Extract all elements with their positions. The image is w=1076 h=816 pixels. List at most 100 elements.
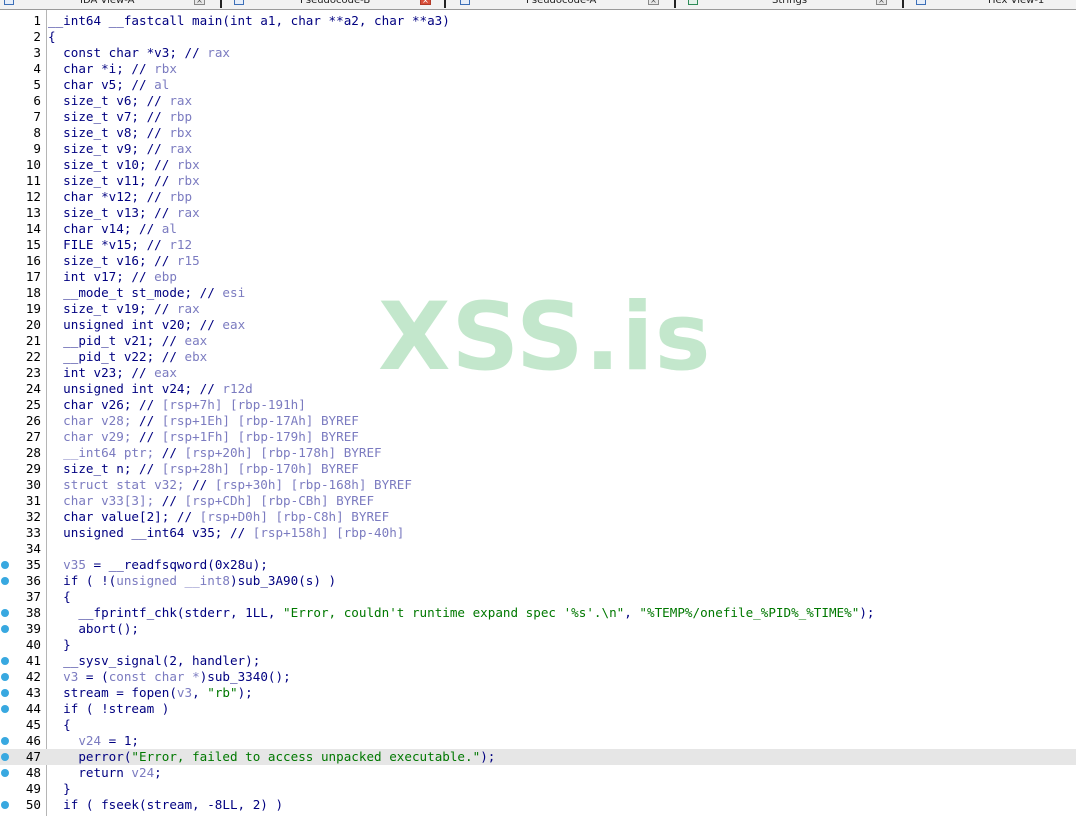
tab-pseudocode-a[interactable]: Pseudocode-A × xyxy=(446,0,676,8)
pseudocode-listing[interactable]: 1 __int64 __fastcall main(int a1, char **… xyxy=(0,13,1076,813)
code-token: unsigned int v20; xyxy=(48,317,200,332)
code-line[interactable]: 12 char *v12; // rbp xyxy=(0,189,1076,205)
code-line[interactable]: 49 } xyxy=(0,781,1076,797)
tab-hex-view-1[interactable]: Hex View-1 xyxy=(904,0,1076,8)
code-line[interactable]: 7 size_t v7; // rbp xyxy=(0,109,1076,125)
code-line[interactable]: 37 { xyxy=(0,589,1076,605)
line-number: 45 xyxy=(25,717,41,732)
code-comment: al xyxy=(161,221,177,236)
code-text: __int64 __fastcall main(int a1, char **a… xyxy=(48,13,450,29)
code-line[interactable]: 13 size_t v13; // rax xyxy=(0,205,1076,221)
code-token: = __readfsqword(0x28u); xyxy=(85,557,268,572)
code-line[interactable]: 20 unsigned int v20; // eax xyxy=(0,317,1076,333)
code-line[interactable]: 29 size_t n; // [rsp+28h] [rbp-170h] BYR… xyxy=(0,461,1076,477)
code-line[interactable]: 21 __pid_t v21; // eax xyxy=(0,333,1076,349)
close-icon[interactable]: × xyxy=(876,0,887,5)
code-token: const char * xyxy=(108,669,200,684)
code-line[interactable]: 40 } xyxy=(0,637,1076,653)
code-comment: rbx xyxy=(176,157,200,172)
code-line[interactable]: 36 if ( !(unsigned __int8)sub_3A90(s) ) xyxy=(0,573,1076,589)
code-line[interactable]: 30 struct stat v32; // [rsp+30h] [rbp-16… xyxy=(0,477,1076,493)
line-number: 1 xyxy=(33,13,41,28)
close-icon[interactable]: × xyxy=(194,0,205,5)
code-line[interactable]: 14 char v14; // al xyxy=(0,221,1076,237)
code-token: unsigned int v24; xyxy=(48,381,200,396)
code-line[interactable]: 26 char v28; // [rsp+1Eh] [rbp-17Ah] BYR… xyxy=(0,413,1076,429)
code-token: // xyxy=(154,157,177,172)
line-number: 44 xyxy=(25,701,41,716)
code-token: )sub_3A90(s) ) xyxy=(229,573,337,588)
code-comment: rax xyxy=(169,141,193,156)
code-line[interactable]: 50 if ( fseek(stream, -8LL, 2) ) xyxy=(0,797,1076,813)
code-line[interactable]: 35 v35 = __readfsqword(0x28u); xyxy=(0,557,1076,573)
code-line[interactable]: 25 char v26; // [rsp+7h] [rbp-191h] xyxy=(0,397,1076,413)
code-line[interactable]: 23 int v23; // eax xyxy=(0,365,1076,381)
code-text: size_t v19; // rax xyxy=(48,301,200,317)
code-line[interactable]: 3 const char *v3; // rax xyxy=(0,45,1076,61)
code-line[interactable]: 47 perror("Error, failed to access unpac… xyxy=(0,749,1076,765)
code-line[interactable]: 32 char value[2]; // [rsp+D0h] [rbp-C8h]… xyxy=(0,509,1076,525)
code-line[interactable]: 38 __fprintf_chk(stderr, 1LL, "Error, co… xyxy=(0,605,1076,621)
code-text: size_t v16; // r15 xyxy=(48,253,200,269)
code-line[interactable]: 42 v3 = (const char *)sub_3340(); xyxy=(0,669,1076,685)
code-line[interactable]: 11 size_t v11; // rbx xyxy=(0,173,1076,189)
code-line[interactable]: 31 char v33[3]; // [rsp+CDh] [rbp-CBh] B… xyxy=(0,493,1076,509)
code-line[interactable]: 44 if ( !stream ) xyxy=(0,701,1076,717)
code-line[interactable]: 48 return v24; xyxy=(0,765,1076,781)
close-icon[interactable]: × xyxy=(648,0,659,5)
code-line[interactable]: 46 v24 = 1; xyxy=(0,733,1076,749)
code-line[interactable]: 27 char v29; // [rsp+1Fh] [rbp-179h] BYR… xyxy=(0,429,1076,445)
code-token: // xyxy=(154,301,177,316)
code-text: { xyxy=(48,717,71,733)
code-token: __int64 __fastcall main(int a1, char **a… xyxy=(48,13,450,28)
code-line[interactable]: 4 char *i; // rbx xyxy=(0,61,1076,77)
code-line[interactable]: 33 unsigned __int64 v35; // [rsp+158h] [… xyxy=(0,525,1076,541)
code-comment: ebp xyxy=(154,269,177,284)
code-line[interactable]: 17 int v17; // ebp xyxy=(0,269,1076,285)
code-line[interactable]: 15 FILE *v15; // r12 xyxy=(0,237,1076,253)
code-token: char *i; xyxy=(48,61,132,76)
code-text: char v33[3]; // [rsp+CDh] [rbp-CBh] BYRE… xyxy=(48,493,374,509)
code-text: return v24; xyxy=(48,765,161,781)
tab-pseudocode-b[interactable]: Pseudocode-B × xyxy=(222,0,446,8)
code-line[interactable]: 10 size_t v10; // rbx xyxy=(0,157,1076,173)
code-line[interactable]: 1 __int64 __fastcall main(int a1, char **… xyxy=(0,13,1076,29)
code-text: } xyxy=(48,781,71,797)
code-text: FILE *v15; // r12 xyxy=(48,237,192,253)
code-line[interactable]: 2{ xyxy=(0,29,1076,45)
line-number: 19 xyxy=(25,301,41,316)
code-text: char v26; // [rsp+7h] [rbp-191h] xyxy=(48,397,306,413)
code-token: )sub_3340(); xyxy=(199,669,291,684)
close-icon[interactable]: × xyxy=(420,0,431,5)
code-token: char v14; xyxy=(48,221,139,236)
code-token: ); xyxy=(480,749,496,764)
code-line[interactable]: 34 xyxy=(0,541,1076,557)
code-line[interactable]: 5 char v5; // al xyxy=(0,77,1076,93)
code-line[interactable]: 45 { xyxy=(0,717,1076,733)
code-comment: rax xyxy=(169,93,193,108)
code-line[interactable]: 43 stream = fopen(v3, "rb"); xyxy=(0,685,1076,701)
code-line[interactable]: 9 size_t v9; // rax xyxy=(0,141,1076,157)
code-line[interactable]: 6 size_t v6; // rax xyxy=(0,93,1076,109)
code-line[interactable]: 19 size_t v19; // rax xyxy=(0,301,1076,317)
line-number: 3 xyxy=(33,45,41,60)
tab-ida-view-a[interactable]: IDA View-A × xyxy=(0,0,222,8)
code-line[interactable]: 39 abort(); xyxy=(0,621,1076,637)
tab-strings[interactable]: Strings × xyxy=(676,0,904,8)
code-line[interactable]: 24 unsigned int v24; // r12d xyxy=(0,381,1076,397)
code-token: ); xyxy=(237,685,253,700)
code-comment: rax xyxy=(176,205,200,220)
code-line[interactable]: 41 __sysv_signal(2, handler); xyxy=(0,653,1076,669)
code-text: char value[2]; // [rsp+D0h] [rbp-C8h] BY… xyxy=(48,509,389,525)
line-number: 41 xyxy=(25,653,41,668)
code-line[interactable]: 16 size_t v16; // r15 xyxy=(0,253,1076,269)
code-text: char v29; // [rsp+1Fh] [rbp-179h] BYREF xyxy=(48,429,359,445)
code-line[interactable]: 18 __mode_t st_mode; // esi xyxy=(0,285,1076,301)
hex-view-icon xyxy=(916,0,926,5)
code-line[interactable]: 28 __int64 ptr; // [rsp+20h] [rbp-178h] … xyxy=(0,445,1076,461)
code-line[interactable]: 22 __pid_t v22; // ebx xyxy=(0,349,1076,365)
code-text: char v28; // [rsp+1Eh] [rbp-17Ah] BYREF xyxy=(48,413,359,429)
code-line[interactable]: 8 size_t v8; // rbx xyxy=(0,125,1076,141)
code-token: , xyxy=(192,685,208,700)
